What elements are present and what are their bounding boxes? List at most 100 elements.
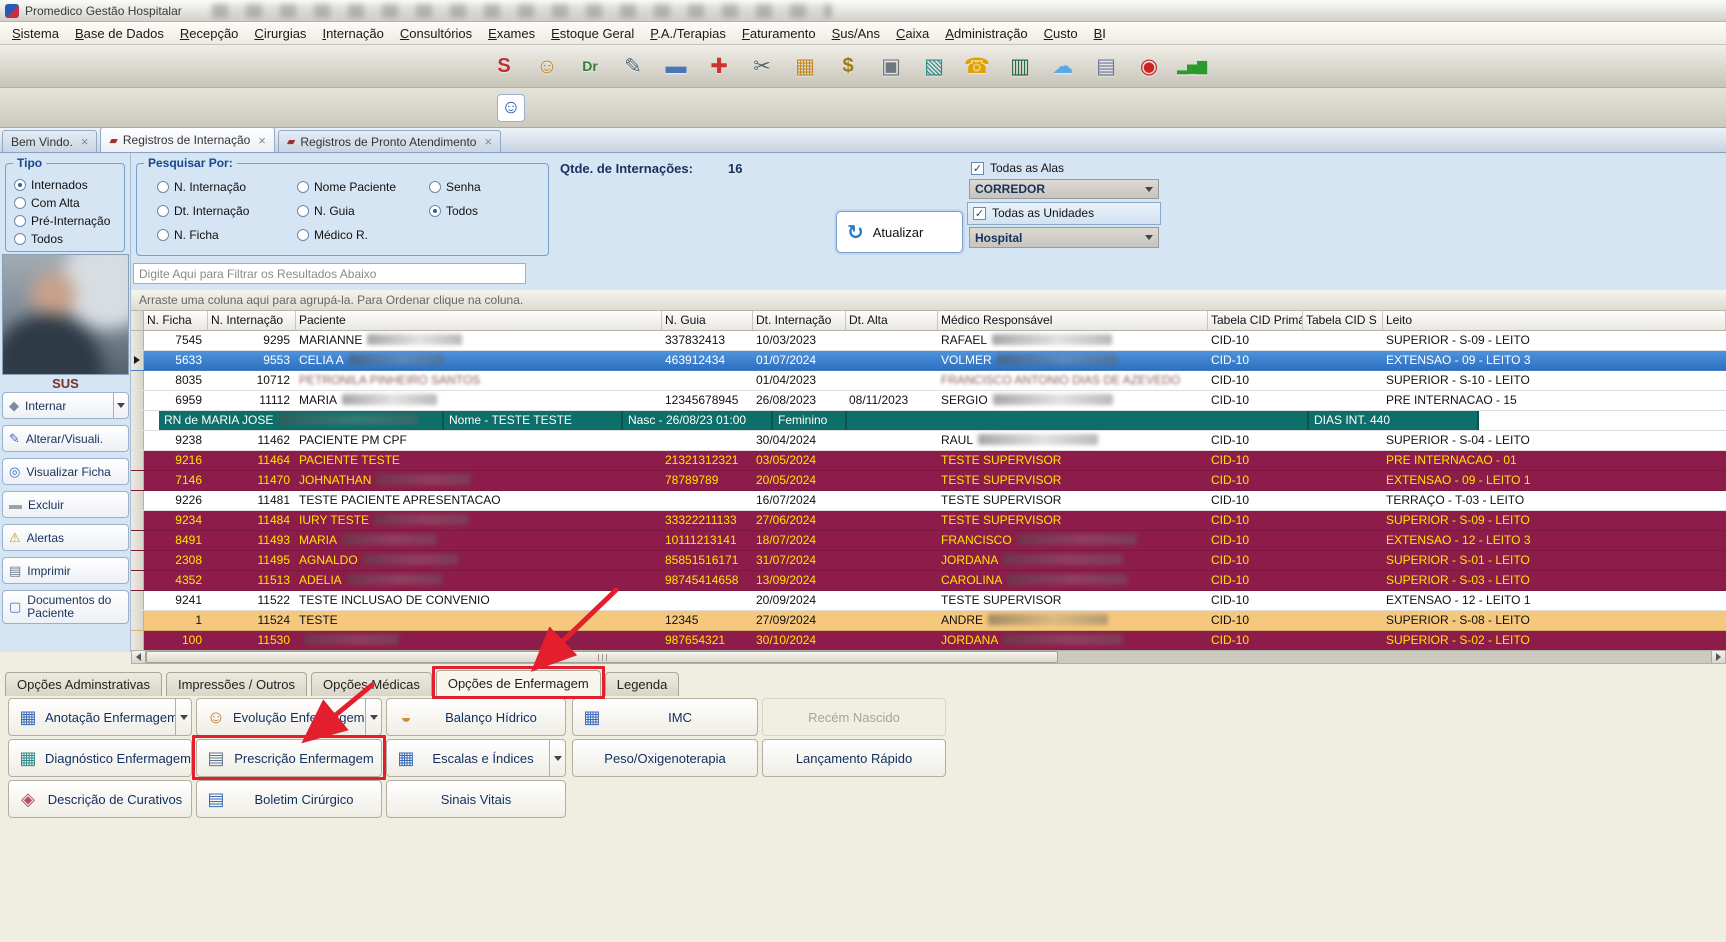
bottom-tab-opcoes-adminstrativas[interactable]: Opções Adminstrativas — [5, 672, 162, 696]
dropdown-arrow-icon[interactable] — [175, 699, 191, 735]
ambulance-icon[interactable]: ✚ — [702, 49, 736, 83]
menu-bi[interactable]: BI — [1086, 24, 1114, 43]
system-icon[interactable]: S — [487, 49, 521, 83]
action-descricao-de-curativos[interactable]: ◈ Descrição de Curativos — [8, 780, 192, 818]
hospital-bed-icon[interactable]: ▬ — [659, 49, 693, 83]
grid-row-11530[interactable]: 100 11530 987654321 30/10/2024 JORDANA CID-10… — [131, 631, 1726, 650]
pesquisar-n-ficha[interactable]: N. Ficha — [149, 226, 289, 244]
menu-consultorios[interactable]: Consultórios — [392, 24, 480, 43]
action-imc[interactable]: ▦ IMC — [572, 698, 758, 736]
grid-row-9553[interactable]: 5633 9553 CELIA A 463912434 01/07/2024 VOLMER… — [131, 351, 1726, 371]
menu-cirurgias[interactable]: Cirurgias — [246, 24, 314, 43]
bi-chart-icon[interactable]: ▂▅▇ — [1175, 49, 1209, 83]
grid-row-11470[interactable]: 7146 11470 JOHNATHAN 78789789 20/05/2024 TEST… — [131, 471, 1726, 491]
sidebar-internar[interactable]: ◆ Internar — [2, 392, 129, 419]
action-peso-oxigenoterapia[interactable]: Peso/Oxigenoterapia — [572, 739, 758, 777]
menu-estoque-geral[interactable]: Estoque Geral — [543, 24, 642, 43]
grid-row-11522[interactable]: 9241 11522 TESTE INCLUSAO DE CONVENIO 20/09… — [131, 591, 1726, 611]
pesquisar-nome-paciente[interactable]: Nome Paciente — [289, 178, 421, 196]
col-header-leito[interactable]: Leito — [1383, 311, 1726, 330]
grid-row-11462[interactable]: 9238 11462 PACIENTE PM CPF 30/04/2024 RAUL CI… — [131, 431, 1726, 451]
grid-row-11112[interactable]: 6959 11112 MARIA 12345678945 26/08/2023 08/11… — [131, 391, 1726, 411]
tipo-todos[interactable]: Todos — [6, 230, 124, 248]
bottom-tab-impressoes-outros[interactable]: Impressões / Outros — [165, 672, 307, 696]
tab-registros-de-internacao[interactable]: ▰ Registros de Internação × — [100, 127, 275, 152]
tab-bem-vindo[interactable]: Bem Vindo. × — [2, 130, 98, 152]
book-icon[interactable]: ▥ — [1003, 49, 1037, 83]
menu-internacao[interactable]: Internação — [314, 24, 391, 43]
scroll-left-icon[interactable] — [132, 651, 146, 663]
col-header-dt-internacao[interactable]: Dt. Internação — [753, 311, 846, 330]
safe-icon[interactable]: ▣ — [874, 49, 908, 83]
sidebar-excluir[interactable]: ▬ Excluir — [2, 491, 129, 518]
action-sinais-vitais[interactable]: Sinais Vitais — [386, 780, 566, 818]
sidebar-imprimir[interactable]: ▤ Imprimir — [2, 557, 129, 584]
menu-faturamento[interactable]: Faturamento — [734, 24, 824, 43]
stock-icon[interactable]: ▦ — [788, 49, 822, 83]
all-wards-checkbox[interactable]: Todas as Alas — [971, 161, 1064, 175]
sidebar-alertas[interactable]: ⚠ Alertas — [2, 524, 129, 551]
action-evolucao-enfermagem[interactable]: ☺ Evolução Enfermagem — [196, 698, 382, 736]
scroll-right-icon[interactable] — [1711, 651, 1725, 663]
phone-icon[interactable]: ☎ — [960, 49, 994, 83]
reception-icon[interactable]: ☺ — [530, 49, 564, 83]
menu-administracao[interactable]: Administração — [937, 24, 1035, 43]
col-header-tabela-cid-s[interactable]: Tabela CID S — [1303, 311, 1383, 330]
action-balanco-hidrico[interactable]: ◒ Balanço Hídrico — [386, 698, 566, 736]
pesquisar-medico-r[interactable]: Médico R. — [289, 226, 421, 244]
col-header-paciente[interactable]: Paciente — [296, 311, 662, 330]
grid-row-11513[interactable]: 4352 11513 ADELIA 98745414658 13/09/2024 CARO… — [131, 571, 1726, 591]
col-header-n-ficha[interactable]: N. Ficha — [144, 311, 208, 330]
grid-row-10712[interactable]: 8035 10712 PETRONILA PINHEIRO SANTOS 01/04/… — [131, 371, 1726, 391]
action-anotacao-enfermagem[interactable]: ▦ Anotação Enfermagem — [8, 698, 192, 736]
action-lancamento-rapido[interactable]: Lançamento Rápido — [762, 739, 946, 777]
menu-base-de-dados[interactable]: Base de Dados — [67, 24, 172, 43]
grid-row-11493[interactable]: 8491 11493 MARIA 10111213141 18/07/2024 FRANC… — [131, 531, 1726, 551]
surgery-icon[interactable]: ✂ — [745, 49, 779, 83]
pesquisar-n-internacao[interactable]: N. Internação — [149, 178, 289, 196]
scrollbar-thumb[interactable] — [146, 651, 1058, 663]
sidebar-alterar-visuali[interactable]: ✎ Alterar/Visuali. — [2, 425, 129, 452]
col-header-n-guia[interactable]: N. Guia — [662, 311, 753, 330]
action-diagnostico-enfermagem[interactable]: ▦ Diagnóstico Enfermagem — [8, 739, 192, 777]
menu-custo[interactable]: Custo — [1036, 24, 1086, 43]
menu-sus-ans[interactable]: Sus/Ans — [824, 24, 888, 43]
col-header-medico-responsavel[interactable]: Médico Responsável — [938, 311, 1208, 330]
horizontal-scrollbar[interactable] — [131, 650, 1726, 664]
refresh-button[interactable]: ↻ Atualizar — [836, 211, 963, 253]
action-boletim-cirurgico[interactable]: ▤ Boletim Cirúrgico — [196, 780, 382, 818]
grid-row-11481[interactable]: 9226 11481 TESTE PACIENTE APRESENTACAO 16/0… — [131, 491, 1726, 511]
tipo-pre-internacao[interactable]: Pré-Internação — [6, 212, 124, 230]
unit-select[interactable]: Hospital — [969, 227, 1159, 248]
admin-icon[interactable]: ▧ — [917, 49, 951, 83]
pesquisar-todos[interactable]: Todos — [421, 202, 526, 220]
dropdown-arrow-icon[interactable] — [365, 699, 381, 735]
menu-caixa[interactable]: Caixa — [888, 24, 937, 43]
pesquisar-senha[interactable]: Senha — [421, 178, 526, 196]
tipo-internados[interactable]: Internados — [6, 176, 124, 194]
action-escalas-e-indices[interactable]: ▦ Escalas e Índices — [386, 739, 566, 777]
tab-close-icon[interactable]: × — [258, 133, 266, 148]
bottom-tab-legenda[interactable]: Legenda — [604, 672, 680, 696]
dropdown-arrow-icon[interactable] — [549, 740, 565, 776]
bottom-tab-opcoes-medicas[interactable]: Opções Médicas — [311, 672, 432, 696]
dropdown-arrow-icon[interactable] — [113, 393, 128, 418]
menu-exames[interactable]: Exames — [480, 24, 543, 43]
report-icon[interactable]: ▤ — [1089, 49, 1123, 83]
col-header-n-internacao[interactable]: N. Internação — [208, 311, 296, 330]
sidebar-visualizar-ficha[interactable]: ◎ Visualizar Ficha — [2, 458, 129, 485]
filter-results-input[interactable] — [133, 263, 526, 284]
ward-select[interactable]: CORREDOR — [969, 179, 1159, 199]
billing-icon[interactable]: $ — [831, 49, 865, 83]
chat-icon[interactable]: ☁ — [1046, 49, 1080, 83]
grid-row-11524[interactable]: 1 11524 TESTE 12345 27/09/2024 ANDRE CID-10 SUP… — [131, 611, 1726, 631]
menu-sistema[interactable]: Sistema — [4, 24, 67, 43]
all-units-checkbox[interactable]: Todas as Unidades — [973, 206, 1094, 220]
menu-p-a-terapias[interactable]: P.A./Terapias — [642, 24, 734, 43]
sidebar-documentos-do-paciente[interactable]: ▢ Documentos do Paciente — [2, 590, 129, 624]
tab-close-icon[interactable]: × — [484, 134, 492, 149]
pesquisar-dt-internacao[interactable]: Dt. Internação — [149, 202, 289, 220]
grid-row-11495[interactable]: 2308 11495 AGNALDO 85851516171 31/07/2024 JOR… — [131, 551, 1726, 571]
tab-registros-de-pronto-atendimento[interactable]: ▰ Registros de Pronto Atendimento × — [277, 130, 502, 152]
grid-row-11484[interactable]: 9234 11484 IURY TESTE 33322211133 27/06/2024… — [131, 511, 1726, 531]
